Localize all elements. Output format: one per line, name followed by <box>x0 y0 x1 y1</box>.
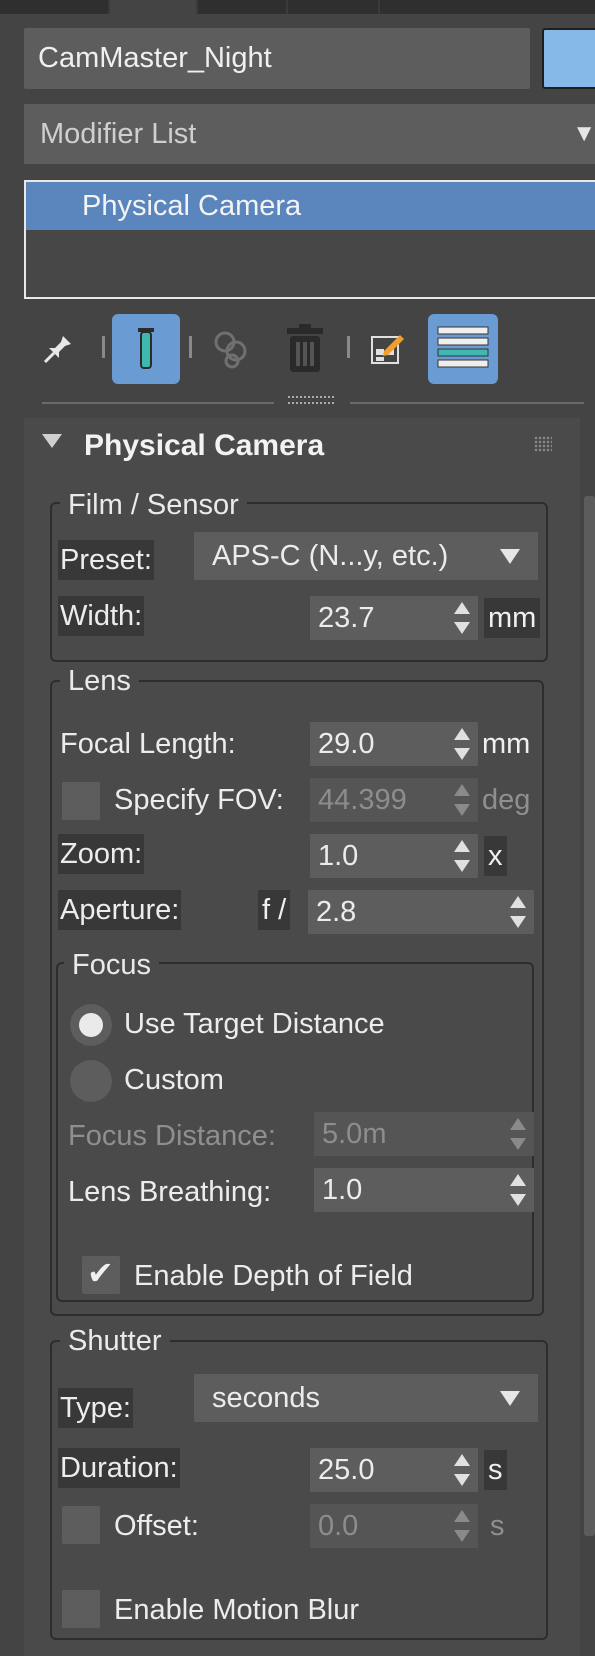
make-unique-icon[interactable] <box>206 314 258 384</box>
pin-stack-icon[interactable] <box>36 314 80 384</box>
custom-label: Custom <box>124 1064 224 1096</box>
shutter-type-value: seconds <box>212 1382 321 1414</box>
object-color-swatch[interactable] <box>542 28 595 89</box>
spinner-arrows-icon[interactable] <box>510 1118 526 1150</box>
focal-length-unit: mm <box>482 728 531 760</box>
command-panel-tabs <box>0 0 595 14</box>
enable-motion-blur-checkbox[interactable] <box>62 1590 100 1628</box>
aperture-spinner[interactable]: 2.8 <box>308 890 534 934</box>
shutter-label: Shutter <box>60 1324 170 1358</box>
width-label: Width: <box>58 596 145 636</box>
enable-dof-checkbox[interactable] <box>82 1254 120 1294</box>
enable-dof-label: Enable Depth of Field <box>134 1260 413 1292</box>
use-target-distance-label: Use Target Distance <box>124 1008 385 1040</box>
preset-dropdown[interactable]: APS-C (N...y, etc.) <box>194 532 538 580</box>
fov-unit: deg <box>482 784 531 816</box>
chevron-down-icon <box>500 549 520 564</box>
lens-breathing-value: 1.0 <box>322 1174 363 1206</box>
focal-length-value: 29.0 <box>318 728 375 760</box>
width-spinner[interactable]: 23.7 <box>310 596 478 640</box>
divider <box>350 402 584 404</box>
spinner-arrows-icon[interactable] <box>454 728 470 760</box>
width-value: 23.7 <box>318 602 375 634</box>
spinner-arrows-icon[interactable] <box>454 784 470 816</box>
spinner-arrows-icon[interactable] <box>454 1510 470 1542</box>
type-label: Type: <box>58 1388 133 1428</box>
resize-grip[interactable] <box>288 396 334 404</box>
tab-hierarchy[interactable] <box>198 0 286 14</box>
spinner-arrows-icon[interactable] <box>454 1454 470 1486</box>
duration-label: Duration: <box>58 1448 180 1488</box>
offset-value: 0.0 <box>318 1510 359 1542</box>
object-name-field[interactable]: CamMaster_Night <box>24 28 530 89</box>
rollout-title[interactable]: Physical Camera <box>84 428 324 464</box>
duration-value: 25.0 <box>318 1454 375 1486</box>
toolbar-separator <box>347 336 350 358</box>
collapse-triangle-icon[interactable] <box>42 434 62 448</box>
fov-value: 44.399 <box>318 784 407 816</box>
spinner-arrows-icon[interactable] <box>510 896 526 928</box>
focus-label: Focus <box>64 948 159 982</box>
chevron-down-icon <box>500 1391 520 1406</box>
toolbar-separator <box>102 336 105 358</box>
modifier-list-dropdown[interactable]: Modifier List ▼ <box>24 104 595 164</box>
use-target-distance-radio[interactable] <box>70 1004 112 1046</box>
aperture-prefix: f / <box>258 890 291 930</box>
offset-label: Offset: <box>114 1510 199 1542</box>
focal-length-spinner[interactable]: 29.0 <box>310 722 478 766</box>
tab-create[interactable] <box>0 0 108 14</box>
specify-fov-checkbox[interactable] <box>62 782 100 820</box>
duration-unit: s <box>484 1450 507 1490</box>
zoom-unit: x <box>484 836 507 876</box>
remove-modifier-icon[interactable] <box>276 314 334 384</box>
offset-checkbox[interactable] <box>62 1506 100 1544</box>
divider <box>42 402 274 404</box>
stack-list-icon[interactable] <box>428 314 498 384</box>
spinner-arrows-icon[interactable] <box>510 1174 526 1206</box>
modifier-list-label: Modifier List <box>40 118 197 150</box>
focus-distance-spinner[interactable]: 5.0m <box>314 1112 534 1156</box>
shutter-type-dropdown[interactable]: seconds <box>194 1374 538 1422</box>
aperture-value: 2.8 <box>316 896 357 928</box>
width-unit: mm <box>484 598 541 638</box>
scrollbar-thumb[interactable] <box>584 496 595 1536</box>
offset-unit: s <box>490 1510 505 1542</box>
lens-label: Lens <box>60 664 139 698</box>
fov-spinner[interactable]: 44.399 <box>310 778 478 822</box>
modifier-stack[interactable]: Physical Camera <box>24 180 595 299</box>
lens-breathing-label: Lens Breathing: <box>68 1176 272 1208</box>
preset-label: Preset: <box>58 540 154 580</box>
aperture-label: Aperture: <box>58 890 182 930</box>
tab-motion[interactable] <box>288 0 378 14</box>
focus-distance-label: Focus Distance: <box>68 1120 276 1152</box>
configure-modifier-sets-icon[interactable] <box>366 314 410 384</box>
focus-distance-value: 5.0m <box>322 1118 387 1150</box>
custom-radio[interactable] <box>70 1060 112 1102</box>
offset-spinner[interactable]: 0.0 <box>310 1504 478 1548</box>
specify-fov-label: Specify FOV: <box>114 784 284 816</box>
tab-modify[interactable] <box>110 0 196 14</box>
tab-display[interactable] <box>380 0 595 14</box>
chevron-down-icon: ▼ <box>572 120 595 147</box>
zoom-label: Zoom: <box>58 834 145 874</box>
zoom-spinner[interactable]: 1.0 <box>310 834 478 878</box>
stack-item-physical-camera[interactable]: Physical Camera <box>26 182 595 230</box>
spinner-arrows-icon[interactable] <box>454 602 470 634</box>
enable-motion-blur-label: Enable Motion Blur <box>114 1594 360 1626</box>
focal-length-label: Focal Length: <box>60 728 236 760</box>
lens-breathing-spinner[interactable]: 1.0 <box>314 1168 534 1212</box>
film-sensor-label: Film / Sensor <box>60 488 247 522</box>
preset-value: APS-C (N...y, etc.) <box>212 540 449 572</box>
show-end-result-icon[interactable] <box>112 314 180 384</box>
drag-handle-icon[interactable] <box>534 436 552 452</box>
spinner-arrows-icon[interactable] <box>454 840 470 872</box>
toolbar-separator <box>189 336 192 358</box>
duration-spinner[interactable]: 25.0 <box>310 1448 478 1492</box>
zoom-value: 1.0 <box>318 840 359 872</box>
